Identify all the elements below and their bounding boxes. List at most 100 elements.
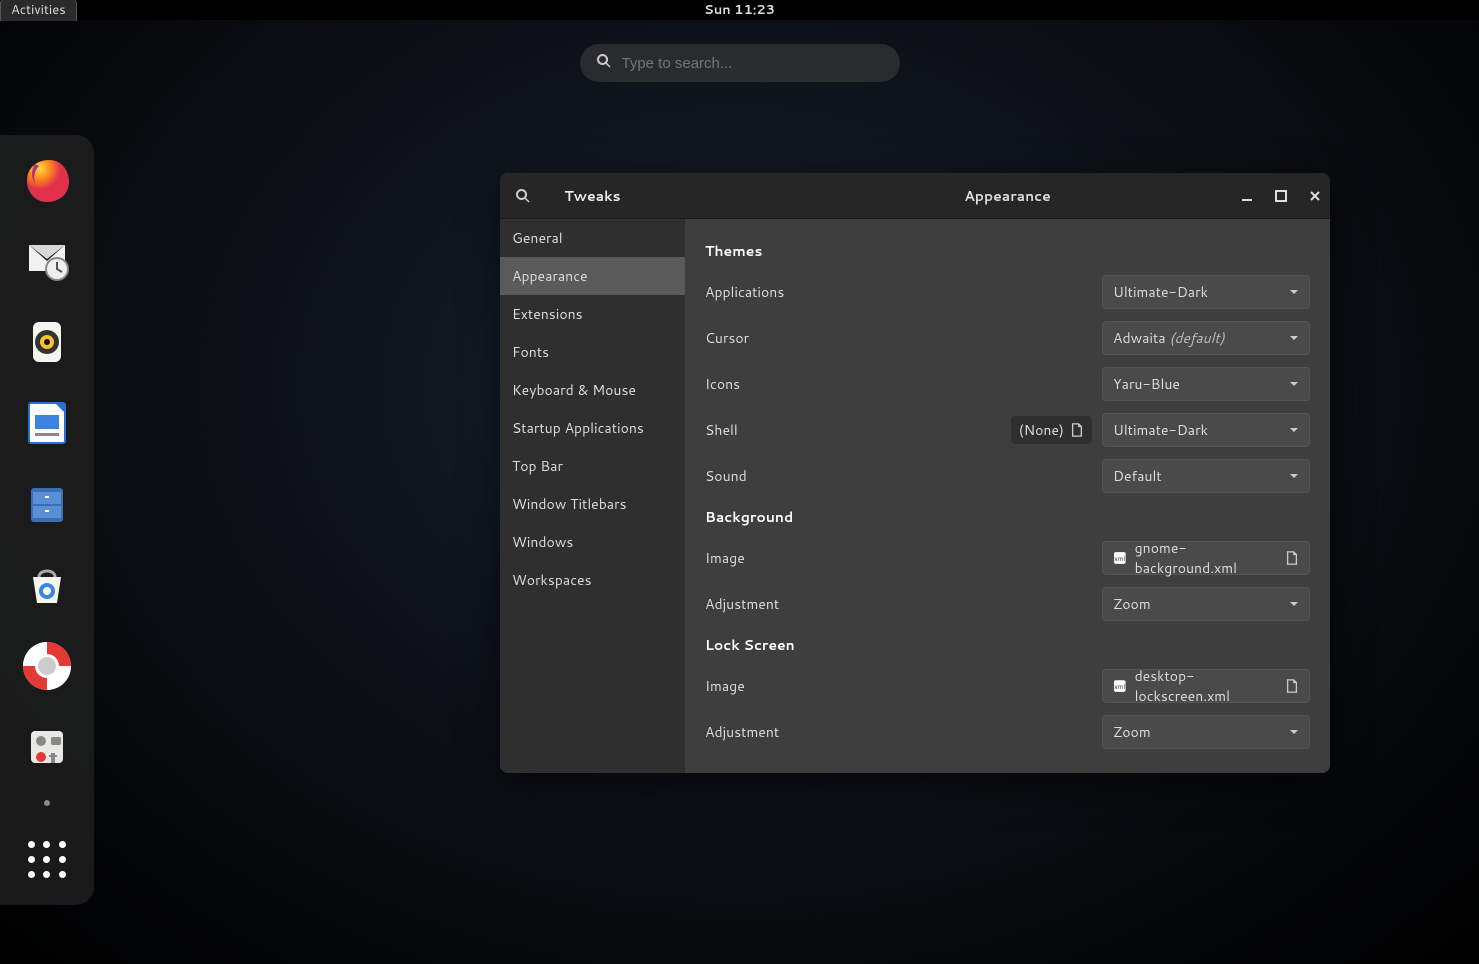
file-icon [1285, 551, 1299, 565]
section-title-lockscreen: Lock Screen [705, 635, 1310, 655]
close-button[interactable] [1308, 189, 1322, 203]
label-applications: Applications [705, 282, 784, 302]
dropdown-sound[interactable]: Default [1102, 459, 1310, 493]
dock [0, 135, 94, 905]
dropdown-shell[interactable]: Ultimate-Dark [1102, 413, 1310, 447]
speaker-icon [23, 318, 71, 366]
software-icon [23, 561, 71, 609]
firefox-icon [21, 154, 73, 206]
label-shell: Shell [705, 420, 738, 440]
minimize-button[interactable] [1240, 189, 1254, 203]
file-value: gnome-background.xml [1135, 538, 1285, 578]
activities-button[interactable]: Activities [0, 0, 77, 21]
sidebar-item-general[interactable]: General [500, 219, 685, 257]
sidebar-item-keyboard-mouse[interactable]: Keyboard & Mouse [500, 371, 685, 409]
sidebar-header: Tweaks [500, 173, 685, 219]
filechooser-bg-image[interactable]: xml gnome-background.xml [1102, 541, 1310, 575]
dock-item-apps[interactable] [19, 832, 75, 887]
file-value: desktop-lockscreen.xml [1135, 666, 1285, 706]
svg-text:xml: xml [1114, 683, 1125, 692]
clock[interactable]: Sun 11:23 [704, 1, 775, 19]
search-input[interactable] [622, 55, 884, 72]
sidebar-search-button[interactable] [512, 185, 534, 207]
tweaks-window: Tweaks General Appearance Extensions Fon… [500, 173, 1330, 773]
dropdown-value: Yaru-Blue [1113, 374, 1180, 394]
row-shell: Shell (None) Ultimate-Dark [705, 407, 1310, 453]
chevron-down-icon [1289, 466, 1299, 486]
row-bg-adjustment: Adjustment Zoom [705, 581, 1310, 627]
chevron-down-icon [1289, 594, 1299, 614]
minimize-icon [1241, 190, 1253, 202]
xml-file-icon: xml [1113, 679, 1127, 693]
label-sound: Sound [705, 466, 747, 486]
section-title-background: Background [705, 507, 1310, 527]
mail-icon [21, 235, 73, 287]
sidebar-item-appearance[interactable]: Appearance [500, 257, 685, 295]
dropdown-value: Zoom [1113, 722, 1151, 742]
chevron-down-icon [1289, 420, 1299, 440]
content-pane: Appearance Themes Applications Ultimate-… [685, 173, 1330, 773]
file-icon [1070, 423, 1084, 437]
row-ls-adjustment: Adjustment Zoom [705, 709, 1310, 755]
dock-item-writer[interactable] [19, 396, 75, 451]
dropdown-value: Default [1113, 466, 1162, 486]
label-icons: Icons [705, 374, 740, 394]
dropdown-ls-adjustment[interactable]: Zoom [1102, 715, 1310, 749]
row-icons: Icons Yaru-Blue [705, 361, 1310, 407]
apps-grid-icon [27, 840, 67, 880]
label-cursor: Cursor [705, 328, 749, 348]
sidebar-item-extensions[interactable]: Extensions [500, 295, 685, 333]
dropdown-applications[interactable]: Ultimate-Dark [1102, 275, 1310, 309]
sidebar-item-windows[interactable]: Windows [500, 523, 685, 561]
row-cursor: Cursor Adwaita (default) [705, 315, 1310, 361]
chevron-down-icon [1289, 328, 1299, 348]
label-ls-adjustment: Adjustment [705, 722, 779, 742]
label-bg-adjustment: Adjustment [705, 594, 779, 614]
row-sound: Sound Default [705, 453, 1310, 499]
sidebar-item-fonts[interactable]: Fonts [500, 333, 685, 371]
sidebar-item-workspaces[interactable]: Workspaces [500, 561, 685, 599]
dock-item-help[interactable] [19, 638, 75, 693]
none-label: (None) [1019, 420, 1064, 440]
settings-icon [23, 723, 71, 771]
content-header: Appearance [685, 173, 1330, 219]
dock-item-rhythmbox[interactable] [19, 315, 75, 370]
row-applications: Applications Ultimate-Dark [705, 269, 1310, 315]
dropdown-bg-adjustment[interactable]: Zoom [1102, 587, 1310, 621]
sidebar-item-topbar[interactable]: Top Bar [500, 447, 685, 485]
dropdown-value: Ultimate-Dark [1113, 420, 1208, 440]
dropdown-icons[interactable]: Yaru-Blue [1102, 367, 1310, 401]
writer-icon [23, 399, 71, 447]
dropdown-value: Ultimate-Dark [1113, 282, 1208, 302]
sidebar-item-startup[interactable]: Startup Applications [500, 409, 685, 447]
dropdown-value: Adwaita (default) [1113, 328, 1225, 348]
dock-item-mail[interactable] [19, 234, 75, 289]
label-ls-image: Image [705, 676, 745, 696]
chevron-down-icon [1289, 722, 1299, 742]
maximize-button[interactable] [1274, 189, 1288, 203]
chevron-down-icon [1289, 282, 1299, 302]
dock-item-software[interactable] [19, 558, 75, 613]
dropdown-value: Zoom [1113, 594, 1151, 614]
row-bg-image: Image xml gnome-background.xml [705, 535, 1310, 581]
section-title-themes: Themes [705, 241, 1310, 261]
maximize-icon [1275, 190, 1287, 202]
dock-item-files[interactable] [19, 477, 75, 532]
files-icon [23, 480, 71, 528]
dock-item-settings[interactable] [19, 719, 75, 774]
dock-separator [44, 800, 50, 806]
content-title: Appearance [964, 186, 1051, 206]
window-controls [1240, 189, 1322, 203]
file-icon [1285, 679, 1299, 693]
shell-none-tag[interactable]: (None) [1011, 416, 1092, 444]
filechooser-ls-image[interactable]: xml desktop-lockscreen.xml [1102, 669, 1310, 703]
svg-text:xml: xml [1114, 555, 1125, 564]
row-ls-image: Image xml desktop-lockscreen.xml [705, 663, 1310, 709]
content-body: Themes Applications Ultimate-Dark Cursor… [685, 219, 1330, 769]
sidebar-item-titlebars[interactable]: Window Titlebars [500, 485, 685, 523]
help-icon [21, 640, 73, 692]
overview-search[interactable] [580, 44, 900, 82]
dropdown-cursor[interactable]: Adwaita (default) [1102, 321, 1310, 355]
search-icon [515, 188, 531, 204]
dock-item-firefox[interactable] [19, 153, 75, 208]
